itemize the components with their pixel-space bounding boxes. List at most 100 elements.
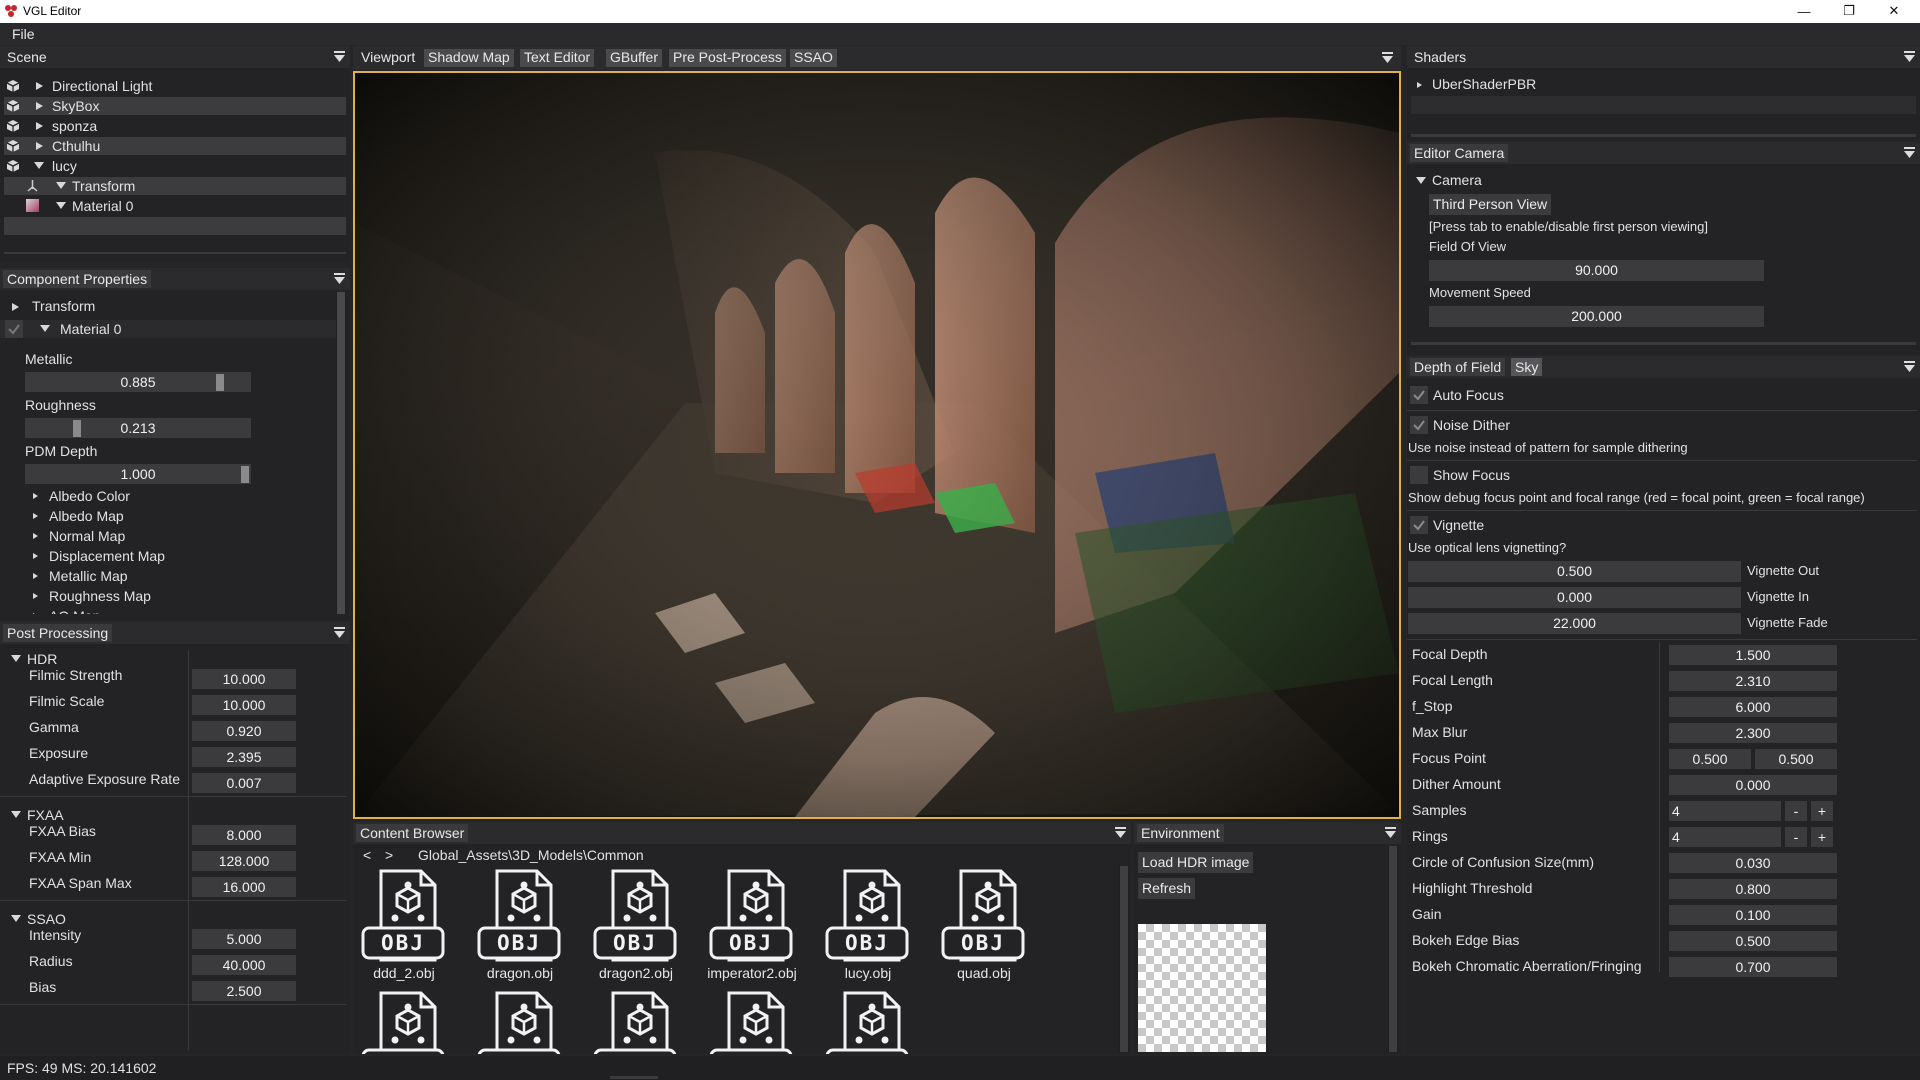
panel-menu-icon[interactable] [334, 627, 345, 638]
file-item[interactable] [823, 990, 923, 1054]
file-item[interactable]: OBJ dragon2.obj [591, 868, 691, 983]
tab-editor-camera[interactable]: Editor Camera [1410, 144, 1509, 162]
file-item[interactable] [591, 990, 691, 1054]
scene-viewport[interactable] [353, 71, 1401, 819]
dof-param-input[interactable]: 0.500 [1669, 931, 1837, 951]
slider-grab[interactable] [241, 466, 249, 483]
material-map-item[interactable]: Normal Map [0, 527, 336, 545]
slider-grab[interactable] [216, 374, 225, 391]
tab-scene[interactable]: Scene [3, 48, 51, 66]
content-scrollbar[interactable] [1119, 866, 1129, 1052]
auto-focus-checkbox[interactable] [1410, 386, 1428, 404]
show-focus-checkbox[interactable] [1410, 466, 1428, 484]
fxaa-param-input[interactable]: 8.000 [192, 825, 296, 845]
forward-button[interactable]: > [381, 846, 397, 864]
dof-param-input[interactable]: 1.500 [1669, 645, 1837, 665]
focus-point-y-input[interactable]: 0.500 [1755, 749, 1837, 769]
load-hdr-button[interactable]: Load HDR image [1138, 852, 1254, 873]
refresh-button[interactable]: Refresh [1138, 878, 1196, 899]
scrollbar-thumb[interactable] [1389, 846, 1397, 1052]
restore-button[interactable]: ❐ [1829, 1, 1869, 21]
movement-speed-input[interactable]: 200.000 [1429, 306, 1764, 327]
noise-dither-checkbox[interactable] [1410, 416, 1428, 434]
vignette-in-input[interactable]: 0.000 [1408, 587, 1741, 608]
dof-param-input[interactable]: 6.000 [1669, 697, 1837, 717]
file-item[interactable] [707, 990, 807, 1054]
material-map-item[interactable]: Roughness Map [0, 587, 336, 605]
material-map-item[interactable]: Albedo Map [0, 507, 336, 525]
scrollbar-thumb[interactable] [1120, 866, 1128, 1052]
rings-decrement-button[interactable]: - [1785, 827, 1807, 847]
panel-menu-icon[interactable] [1904, 51, 1915, 62]
file-item[interactable]: OBJ dragon.obj [475, 868, 575, 983]
slider-grab[interactable] [72, 420, 81, 437]
dof-param-input[interactable]: 2.310 [1669, 671, 1837, 691]
material-map-item[interactable]: Displacement Map [0, 547, 336, 565]
material-map-item[interactable]: Albedo Color [0, 487, 336, 505]
panel-menu-icon[interactable] [1382, 52, 1393, 63]
tab-shaders[interactable]: Shaders [1410, 48, 1470, 66]
scene-item[interactable]: Cthulhu [4, 137, 346, 155]
ssao-param-input[interactable]: 2.500 [192, 981, 296, 1001]
tab-pre-post-process[interactable]: Pre Post-Process [669, 49, 786, 67]
file-item[interactable]: OBJ imperator2.obj [707, 868, 807, 983]
scene-item[interactable]: sponza [4, 117, 346, 135]
scene-item[interactable]: Directional Light [4, 77, 346, 95]
tab-environment[interactable]: Environment [1137, 824, 1224, 842]
ssao-param-input[interactable]: 40.000 [192, 955, 296, 975]
vignette-checkbox[interactable] [1410, 516, 1428, 534]
section-fxaa[interactable]: FXAA [0, 806, 346, 824]
file-item[interactable] [475, 990, 575, 1054]
section-ssao[interactable]: SSAO [0, 910, 346, 928]
vignette-out-input[interactable]: 0.500 [1408, 561, 1741, 582]
file-item[interactable]: OBJ ddd_2.obj [359, 868, 459, 983]
hdr-param-input[interactable]: 0.007 [192, 773, 296, 793]
resize-handle[interactable] [610, 1076, 658, 1079]
panel-menu-icon[interactable] [334, 51, 345, 62]
file-item[interactable] [359, 990, 459, 1054]
panel-menu-icon[interactable] [334, 273, 345, 284]
material-map-item[interactable]: Metallic Map [0, 567, 336, 585]
samples-decrement-button[interactable]: - [1785, 801, 1807, 821]
tab-viewport[interactable]: Viewport [357, 49, 419, 67]
rings-input[interactable]: 4 [1669, 827, 1781, 847]
fxaa-param-input[interactable]: 16.000 [192, 877, 296, 897]
panel-menu-icon[interactable] [1115, 827, 1126, 838]
camera-section[interactable]: Camera [1407, 172, 1917, 190]
rings-increment-button[interactable]: + [1811, 827, 1833, 847]
tab-text-editor[interactable]: Text Editor [520, 49, 595, 67]
panel-menu-icon[interactable] [1904, 361, 1915, 372]
panel-menu-icon[interactable] [1904, 147, 1915, 158]
hdr-param-input[interactable]: 10.000 [192, 695, 296, 715]
metallic-slider[interactable]: 0.885 [25, 372, 251, 392]
dof-param-input[interactable]: 2.300 [1669, 723, 1837, 743]
shader-item[interactable]: UberShaderPBR [1407, 76, 1917, 94]
fxaa-param-input[interactable]: 128.000 [192, 851, 296, 871]
scene-item[interactable]: lucy [4, 157, 346, 175]
minimize-button[interactable]: — [1784, 1, 1824, 21]
file-item[interactable]: OBJ quad.obj [939, 868, 1039, 983]
roughness-slider[interactable]: 0.213 [25, 418, 251, 438]
close-button[interactable]: ✕ [1874, 1, 1914, 21]
tab-content-browser[interactable]: Content Browser [356, 824, 469, 842]
samples-input[interactable]: 4 [1669, 801, 1781, 821]
scene-child-item[interactable]: Transform [4, 177, 346, 195]
scrollbar-thumb[interactable] [337, 292, 345, 614]
dof-param-input[interactable]: 0.100 [1669, 905, 1837, 925]
samples-increment-button[interactable]: + [1811, 801, 1833, 821]
hdr-param-input[interactable]: 0.920 [192, 721, 296, 741]
back-button[interactable]: < [359, 846, 375, 864]
dof-param-input[interactable]: 0.800 [1669, 879, 1837, 899]
tab-sky[interactable]: Sky [1511, 358, 1543, 376]
vignette-fade-input[interactable]: 22.000 [1408, 613, 1741, 634]
panel-menu-icon[interactable] [1385, 827, 1396, 838]
component-transform-row[interactable]: Transform [0, 298, 336, 316]
tab-depth-of-field[interactable]: Depth of Field [1410, 358, 1506, 376]
component-scrollbar[interactable] [336, 292, 346, 614]
component-material-row[interactable]: Material 0 [0, 320, 336, 338]
ssao-param-input[interactable]: 5.000 [192, 929, 296, 949]
tab-post-processing[interactable]: Post Processing [3, 624, 113, 642]
dof-param-input[interactable]: 0.030 [1669, 853, 1837, 873]
third-person-view-button[interactable]: Third Person View [1429, 194, 1552, 215]
material-enable-checkbox[interactable] [5, 320, 23, 338]
